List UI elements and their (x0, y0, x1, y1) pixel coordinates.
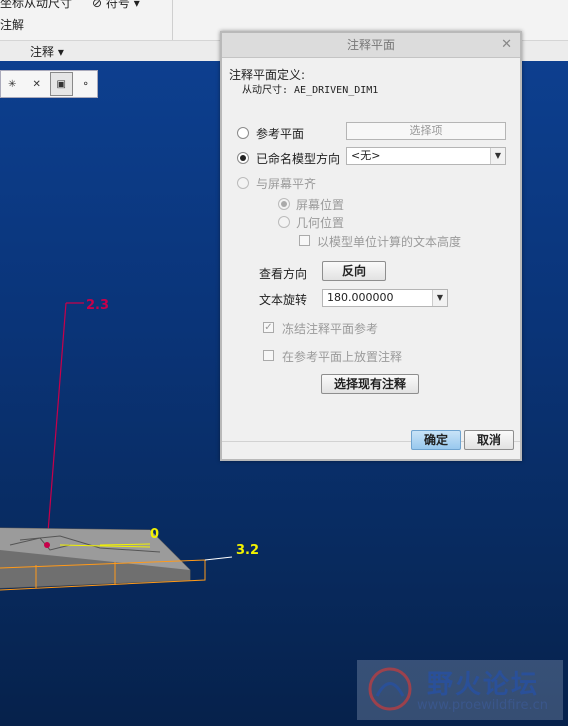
view-dir-label: 查看方向 (259, 267, 308, 281)
dimension-red-label[interactable]: 2.3 (86, 298, 109, 313)
radio-screen-pos[interactable] (278, 198, 290, 210)
model-units-label: 以模型单位计算的文本高度 (317, 235, 462, 249)
dialog-titlebar[interactable]: 注释平面 ✕ (222, 33, 520, 58)
dialog-title: 注释平面 (346, 38, 395, 52)
radio-named-view[interactable] (237, 152, 249, 164)
chevron-down-icon[interactable]: ▼ (490, 148, 505, 164)
radio-ref-plane[interactable] (237, 127, 249, 139)
ok-button[interactable]: 确定 (411, 430, 461, 450)
named-view-select[interactable]: <无> ▼ (346, 147, 506, 165)
annotation-plane-icon[interactable]: ▣ (50, 72, 73, 96)
close-icon[interactable]: ✕ (501, 33, 512, 57)
named-view-value: <无> (351, 149, 381, 162)
dropdown-arrow-icon: ▾ (129, 0, 140, 10)
ref-plane-label: 参考平面 (256, 127, 305, 141)
align-screen-label: 与屏幕平齐 (256, 177, 317, 191)
select-existing-button[interactable]: 选择现有注释 (321, 374, 419, 394)
annotation-plane-dialog: 注释平面 ✕ 注释平面定义: 从动尺寸: AE_DRIVEN_DIM1 参考平面… (220, 31, 522, 461)
watermark-logo-icon (368, 667, 412, 711)
symbol-button[interactable]: ⊘ 符号 ▾ (92, 0, 140, 11)
flip-button[interactable]: 反向 (322, 261, 386, 281)
symbol-icon: ⊘ (92, 0, 106, 10)
text-rotation-value: 180.000000 (327, 291, 394, 304)
chevron-down-icon[interactable]: ▼ (432, 290, 447, 306)
erase-annotation-icon[interactable]: ✕ (26, 72, 49, 96)
text-rotation-select[interactable]: 180.000000 ▼ (322, 289, 448, 307)
named-view-label: 已命名模型方向 (256, 152, 341, 166)
annotation-group-label: 注释 ▾ (30, 45, 64, 59)
cancel-button[interactable]: 取消 (464, 430, 514, 450)
text-rotation-label: 文本旋转 (259, 293, 308, 307)
screen-pos-label: 屏幕位置 (296, 198, 345, 212)
show-annotation-icon[interactable]: ✳ (1, 72, 24, 96)
ref-plane-selector[interactable]: 选择项 (346, 122, 506, 140)
freeze-label: 冻结注释平面参考 (282, 322, 379, 336)
radio-align-screen[interactable] (237, 177, 249, 189)
radio-geom-pos[interactable] (278, 216, 290, 228)
driven-dim-label: 从动尺寸: AE_DRIVEN_DIM1 (242, 85, 379, 96)
place-on-ref-label: 在参考平面上放置注释 (282, 350, 403, 364)
symbol-label: 符号 (105, 0, 130, 10)
model-units-checkbox[interactable] (299, 235, 310, 246)
mini-toolbar: ✳ ✕ ▣ ⚬ (0, 70, 98, 98)
watermark: 野火论坛 www.proewildfire.cn (357, 660, 563, 720)
watermark-site-name: 野火论坛 (427, 670, 540, 700)
dimension-zero-label[interactable]: 0 (150, 527, 159, 542)
watermark-url: www.proewildfire.cn (417, 698, 548, 713)
dimension-yellow-label[interactable]: 3.2 (236, 543, 259, 558)
link-annotation-icon[interactable]: ⚬ (75, 72, 98, 96)
geom-pos-label: 几何位置 (296, 216, 345, 230)
note-button[interactable]: 注解 (0, 16, 24, 33)
freeze-checkbox[interactable]: ✓ (263, 322, 274, 333)
place-on-ref-checkbox[interactable] (263, 350, 274, 361)
driven-dim-coord-button[interactable]: 坐标从动尺寸 (0, 0, 72, 11)
